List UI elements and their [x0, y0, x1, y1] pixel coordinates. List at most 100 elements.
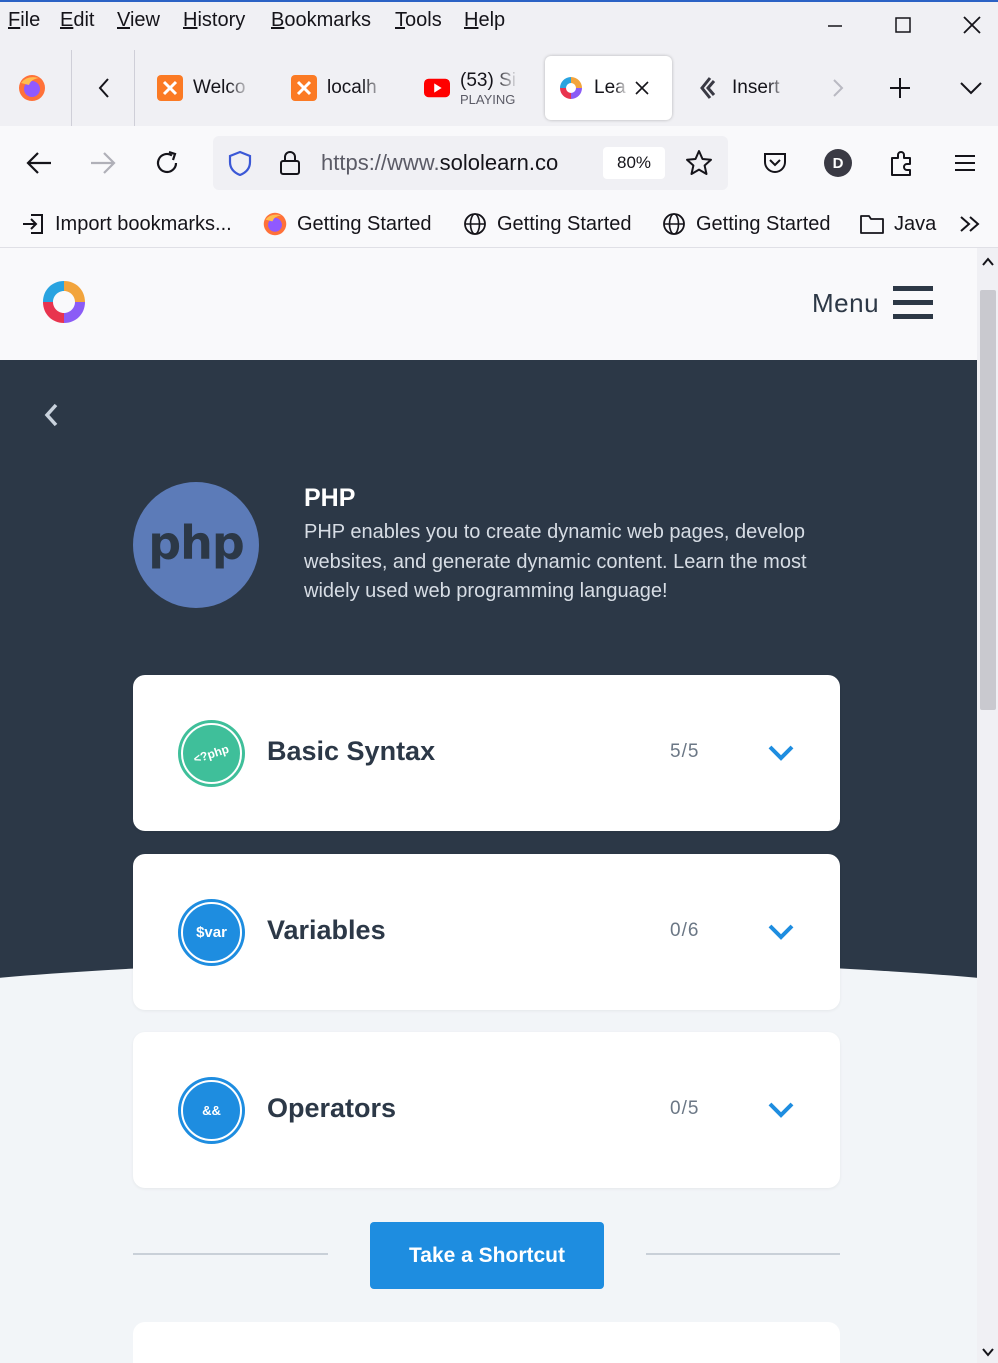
- menu-file[interactable]: File: [8, 9, 40, 32]
- tab-title: localh: [327, 77, 377, 98]
- chevron-right-icon: [833, 79, 844, 97]
- tracking-protection-button[interactable]: [225, 148, 255, 178]
- tab-title: Welco: [193, 77, 246, 98]
- scrollbar-thumb[interactable]: [980, 290, 996, 710]
- maximize-button[interactable]: [888, 10, 918, 40]
- arrow-left-icon: [26, 152, 51, 174]
- url-text[interactable]: https://www.sololearn.co: [321, 150, 591, 176]
- minimize-button[interactable]: [820, 10, 850, 40]
- close-window-button[interactable]: [957, 10, 987, 40]
- menu-help[interactable]: Help: [464, 9, 505, 32]
- back-link[interactable]: [40, 400, 62, 430]
- menu-view[interactable]: View: [117, 9, 160, 32]
- tab-welcome[interactable]: Welco: [157, 56, 267, 120]
- arrow-right-icon: [91, 152, 116, 174]
- bookmark-folder-java[interactable]: Java: [859, 208, 936, 240]
- folder-icon: [859, 211, 885, 237]
- menu-edit[interactable]: Edit: [60, 9, 94, 32]
- chevron-down-icon[interactable]: [767, 739, 795, 767]
- take-shortcut-button[interactable]: Take a Shortcut: [370, 1222, 604, 1289]
- url-bar[interactable]: https://www.sololearn.co 80%: [213, 136, 728, 190]
- xampp-icon: [291, 75, 317, 101]
- account-button[interactable]: D: [821, 146, 855, 180]
- tab-bar: Welco localh (53) Si PLAYING Lea Insert: [0, 42, 998, 126]
- site-menu-button[interactable]: [893, 286, 933, 320]
- module-name: Operators: [267, 1093, 397, 1123]
- reload-button[interactable]: [150, 146, 184, 180]
- star-icon: [686, 150, 712, 175]
- pocket-icon: [764, 153, 786, 173]
- lock-icon: [280, 151, 300, 175]
- tab-title: Lea: [594, 77, 626, 98]
- module-icon-text: <?php: [192, 741, 231, 766]
- reload-icon: [156, 150, 178, 174]
- hamburger-icon: [955, 155, 975, 171]
- app-menu-button[interactable]: [948, 146, 982, 180]
- tab-playing-label: PLAYING: [460, 92, 516, 106]
- divider-line-right: [646, 1253, 840, 1255]
- tab-localhost[interactable]: localh: [291, 56, 401, 120]
- module-card-operators[interactable]: && Operators 0/5: [133, 1032, 840, 1188]
- globe-icon: [661, 211, 687, 237]
- list-tabs-button[interactable]: [955, 72, 987, 104]
- bookmark-label: Getting Started: [297, 212, 432, 235]
- menu-history[interactable]: History: [183, 9, 245, 32]
- zoom-indicator[interactable]: 80%: [603, 147, 665, 179]
- tab-youtube[interactable]: (53) Si PLAYING: [424, 56, 534, 120]
- chevron-left-icon: [44, 403, 58, 427]
- bookmark-label: Java: [894, 212, 937, 235]
- pocket-button[interactable]: [758, 146, 792, 180]
- chevron-down-icon[interactable]: [767, 1096, 795, 1124]
- course-title: PHP: [304, 484, 356, 512]
- page-scrollbar[interactable]: [977, 248, 998, 1363]
- new-tab-button[interactable]: [884, 72, 916, 104]
- puzzle-icon: [891, 151, 911, 176]
- sololearn-icon: [560, 77, 582, 99]
- extensions-button[interactable]: [885, 146, 919, 180]
- tab-title: (53) Si: [460, 70, 516, 90]
- url-scheme: https://www.: [321, 150, 440, 175]
- more-bookmarks-button[interactable]: [955, 210, 985, 238]
- module-icon: &&: [178, 1077, 245, 1144]
- tab-scroll-right-button[interactable]: [826, 70, 850, 106]
- close-tab-icon[interactable]: [634, 80, 650, 96]
- module-card-variables[interactable]: $var Variables 0/6: [133, 854, 840, 1010]
- divider-line-left: [133, 1253, 328, 1255]
- youtube-icon: [424, 78, 450, 98]
- bookmark-getting-started-2[interactable]: Getting Started: [462, 208, 632, 240]
- module-progress: 5/5: [670, 741, 700, 762]
- sololearn-logo[interactable]: [40, 278, 88, 326]
- back-button[interactable]: [22, 146, 56, 180]
- tab-scroll-left-button[interactable]: [88, 70, 120, 106]
- scroll-down-icon[interactable]: [981, 1346, 995, 1358]
- tab-insert[interactable]: Insert: [696, 56, 806, 120]
- forward-button[interactable]: [86, 146, 120, 180]
- bookmarks-toolbar: Import bookmarks... Getting Started Gett…: [0, 200, 998, 248]
- bookmark-getting-started-1[interactable]: Getting Started: [262, 208, 432, 240]
- module-icon: <?php: [178, 720, 245, 787]
- menu-bookmarks[interactable]: Bookmarks: [271, 9, 371, 32]
- menu-tools[interactable]: Tools: [395, 9, 442, 32]
- module-progress: 0/5: [670, 1098, 700, 1119]
- minimize-icon: [828, 25, 842, 27]
- site-info-button[interactable]: [275, 148, 305, 178]
- bookmark-label: Getting Started: [696, 212, 831, 235]
- chevron-down-icon[interactable]: [767, 918, 795, 946]
- sololearn-logo-icon: [43, 281, 85, 323]
- close-icon: [963, 16, 981, 34]
- next-card: [133, 1322, 840, 1363]
- bookmark-label: Getting Started: [497, 212, 632, 235]
- firefox-view-button[interactable]: [14, 70, 50, 106]
- navigation-toolbar: https://www.sololearn.co 80% D: [0, 126, 998, 200]
- bookmark-import[interactable]: Import bookmarks...: [20, 208, 232, 240]
- scroll-up-icon[interactable]: [981, 256, 995, 268]
- bookmark-getting-started-3[interactable]: Getting Started: [661, 208, 831, 240]
- xampp-icon: [157, 75, 183, 101]
- globe-icon: [462, 211, 488, 237]
- module-card-basic-syntax[interactable]: <?php Basic Syntax 5/5: [133, 675, 840, 831]
- module-icon: $var: [178, 899, 245, 966]
- menu-label[interactable]: Menu: [812, 288, 879, 319]
- module-name: Basic Syntax: [267, 736, 436, 766]
- tab-sololearn[interactable]: Lea: [545, 56, 672, 120]
- bookmark-star-button[interactable]: [683, 147, 715, 179]
